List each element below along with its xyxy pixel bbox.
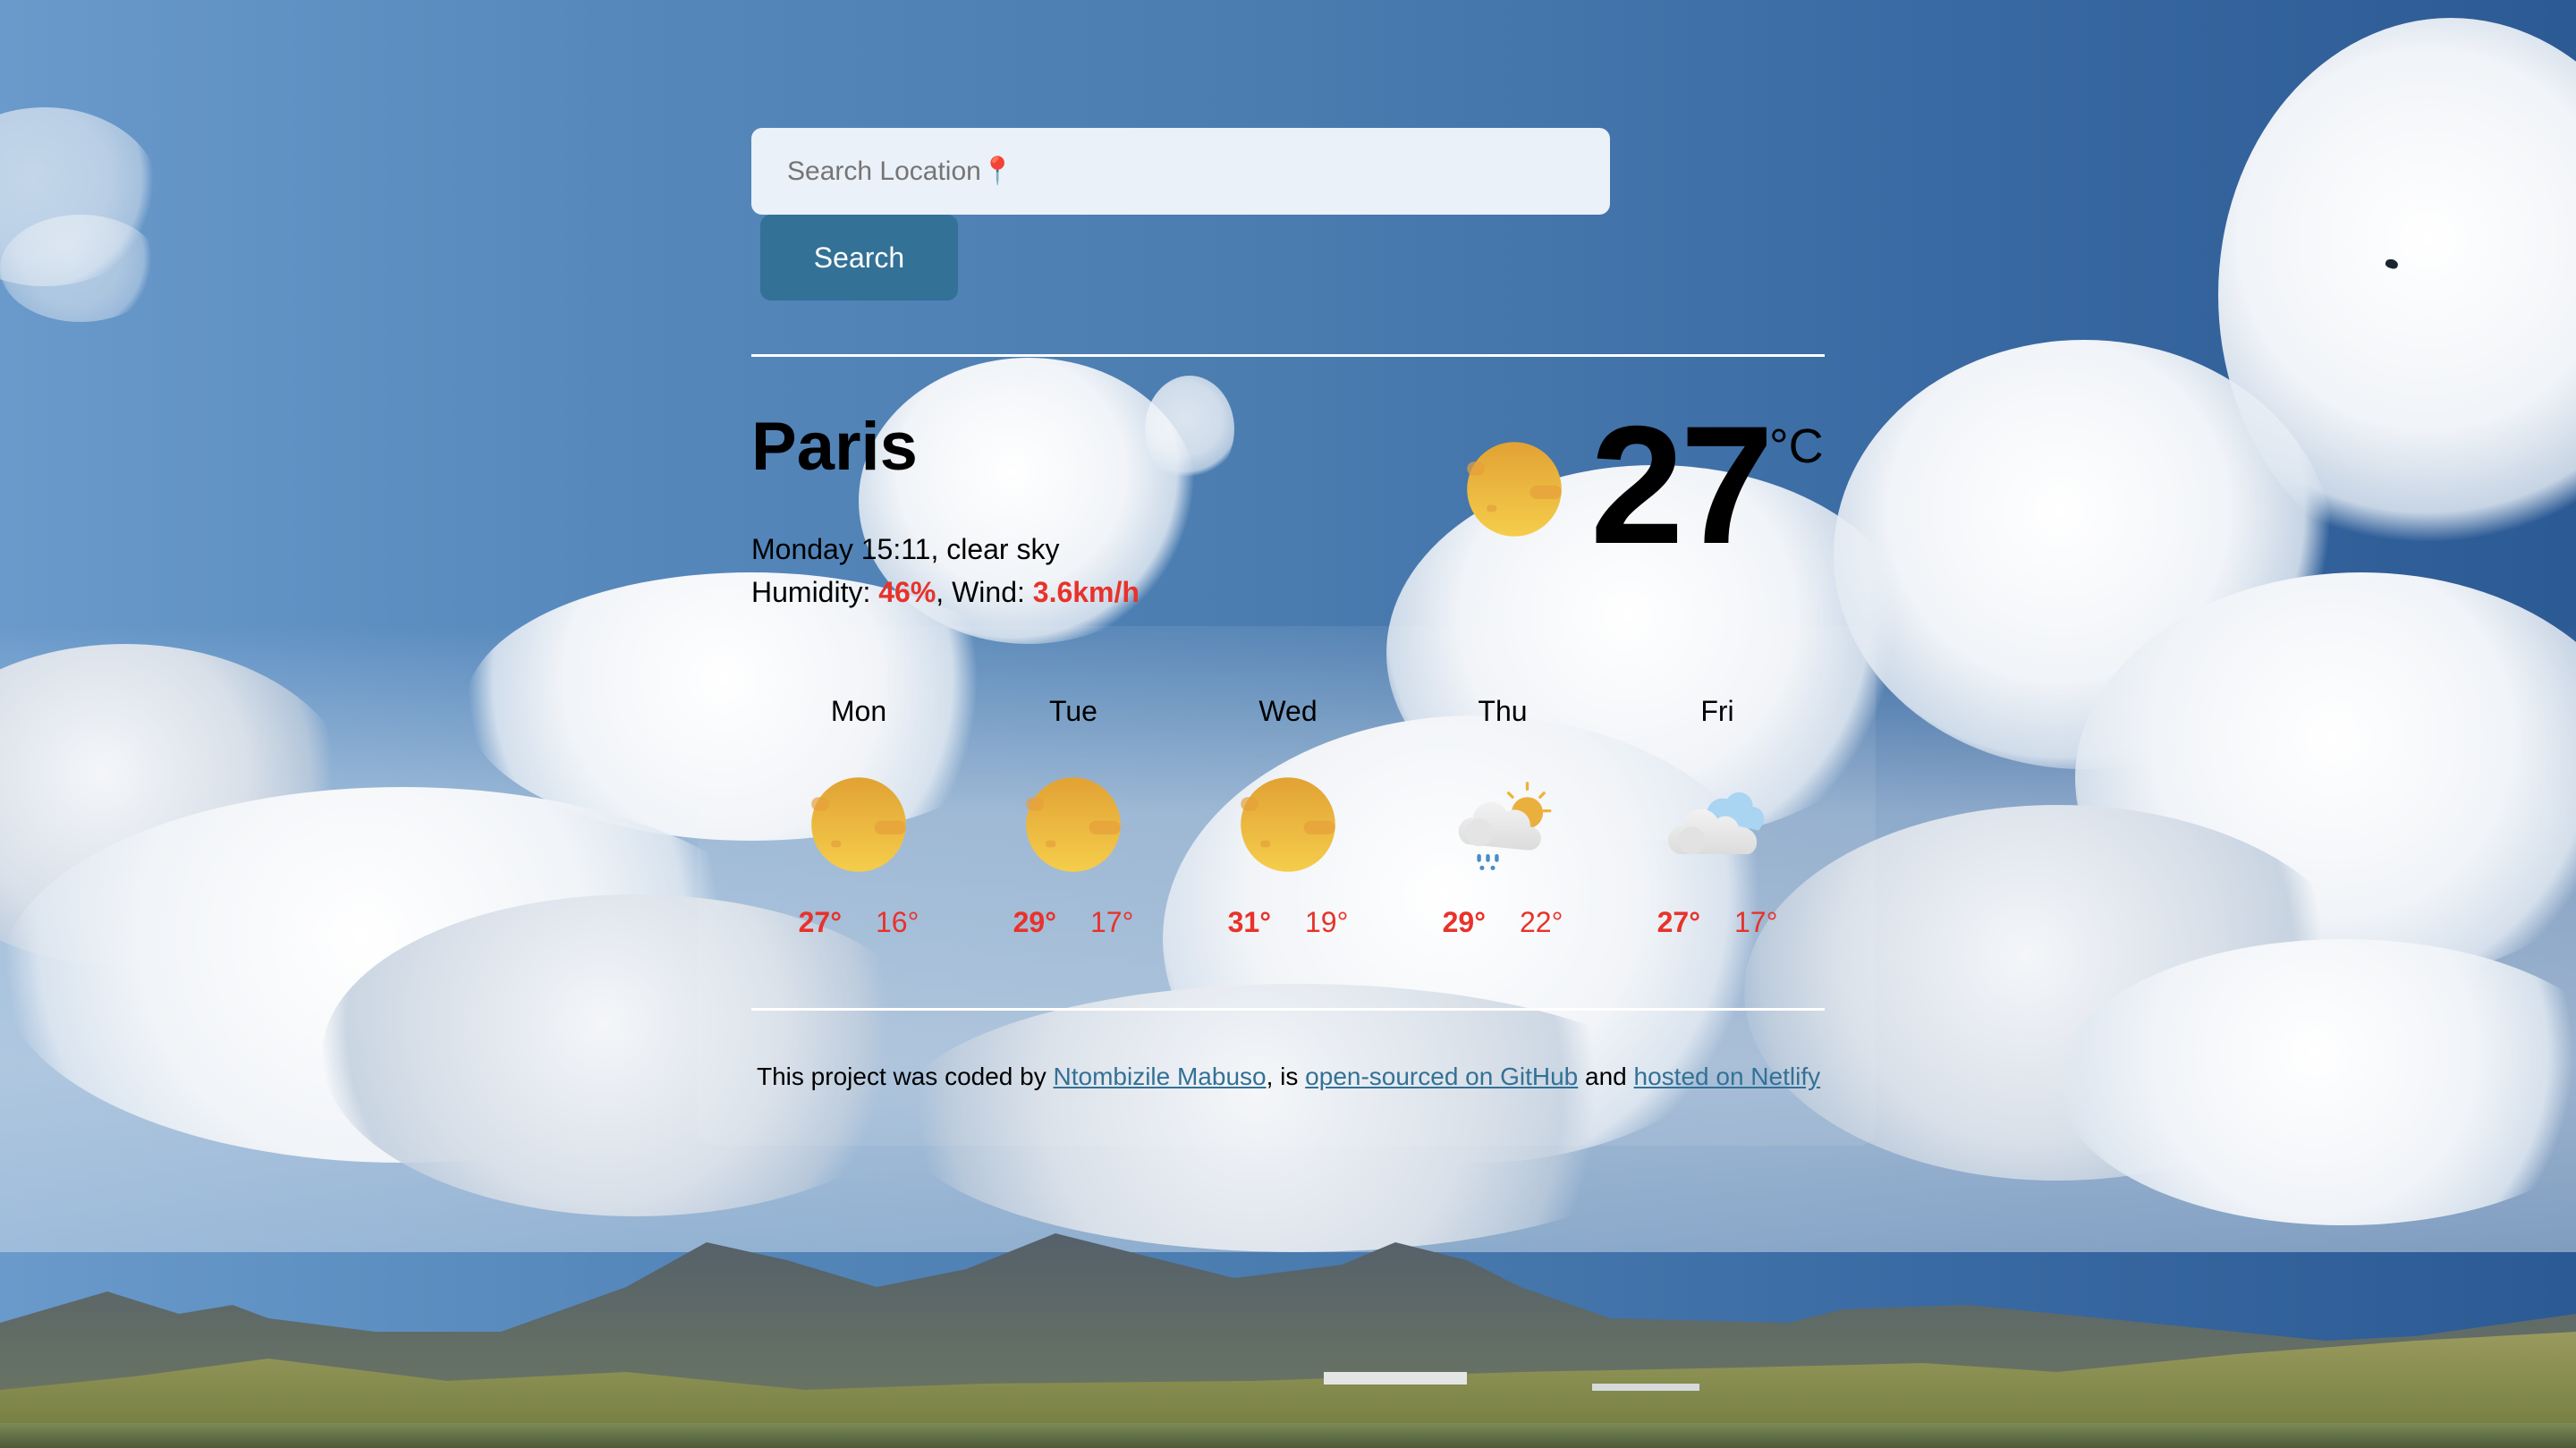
- forecast-min: 22°: [1520, 906, 1563, 938]
- footer-text: This project was coded by: [757, 1063, 1054, 1090]
- humidity-label: Humidity:: [751, 576, 871, 608]
- forecast-temps: 27° 16°: [787, 904, 930, 940]
- sun-icon: [1241, 777, 1335, 872]
- forecast-day: Mon 27° 16°: [787, 689, 930, 940]
- weather-description: clear sky: [946, 533, 1060, 565]
- datetime-description: Monday 15:11, clear sky: [751, 533, 1060, 565]
- forecast-day-name: Tue: [1049, 695, 1097, 727]
- forecast-max: 27°: [1657, 906, 1700, 938]
- forecast-min: 16°: [876, 906, 919, 938]
- search-button[interactable]: Search: [760, 215, 958, 301]
- forecast-temps: 27° 17°: [1646, 904, 1789, 940]
- forecast-day: Thu 29° 22°: [1431, 689, 1574, 940]
- sun-icon: [1026, 777, 1121, 872]
- forecast-min: 17°: [1090, 906, 1134, 938]
- current-temperature: 27: [1590, 391, 1774, 579]
- forecast-max: 29°: [1013, 906, 1056, 938]
- forecast-day: Wed 31° 19°: [1216, 689, 1360, 940]
- datetime: Monday 15:11: [751, 533, 931, 565]
- netlify-link[interactable]: hosted on Netlify: [1634, 1063, 1821, 1090]
- sun-icon: [811, 777, 906, 872]
- forecast-day: Fri 27° 17°: [1646, 689, 1789, 940]
- forecast-min: 19°: [1305, 906, 1349, 938]
- current-details: Monday 15:11, clear sky Humidity: 46%, W…: [751, 528, 1140, 614]
- search-location-input[interactable]: [751, 128, 1610, 215]
- forecast-max: 31°: [1227, 906, 1271, 938]
- cloudy-icon: [1668, 792, 1765, 854]
- footer-text: and: [1578, 1063, 1634, 1090]
- bottom-divider: [751, 1008, 1825, 1011]
- forecast-day-name: Fri: [1700, 695, 1734, 727]
- humidity-wind: Humidity: 46%, Wind: 3.6km/h: [751, 576, 1140, 608]
- forecast-day-name: Mon: [830, 695, 887, 727]
- github-link[interactable]: open-sourced on GitHub: [1305, 1063, 1578, 1090]
- forecast-temps: 31° 19°: [1216, 904, 1360, 940]
- wind-label: Wind:: [952, 576, 1025, 608]
- footer-text: , is: [1266, 1063, 1306, 1090]
- author-link[interactable]: Ntombizile Mabuso: [1054, 1063, 1267, 1090]
- forecast-max: 29°: [1442, 906, 1486, 938]
- humidity-value: 46%: [878, 576, 936, 608]
- city-name: Paris: [751, 409, 918, 485]
- forecast-day-name: Thu: [1478, 695, 1528, 727]
- forecast-min: 17°: [1734, 906, 1778, 938]
- wind-value: 3.6km/h: [1032, 576, 1140, 608]
- top-divider: [751, 354, 1825, 357]
- forecast-day: Tue 29° 17°: [1002, 689, 1145, 940]
- sun-rain-cloud-icon: [1458, 782, 1552, 870]
- forecast-temps: 29° 22°: [1431, 904, 1574, 940]
- forecast-max: 27°: [798, 906, 842, 938]
- sun-icon: [1467, 442, 1562, 537]
- temperature-unit-celsius[interactable]: °C: [1769, 422, 1824, 470]
- forecast: Mon 27° 16° Tue 29° 17° Wed 31° 19° Thu: [751, 689, 1825, 975]
- footer: This project was coded by Ntombizile Mab…: [757, 1063, 1820, 1091]
- forecast-temps: 29° 17°: [1002, 904, 1145, 940]
- mountains-landscape: [0, 1233, 2576, 1448]
- forecast-day-name: Wed: [1258, 695, 1318, 727]
